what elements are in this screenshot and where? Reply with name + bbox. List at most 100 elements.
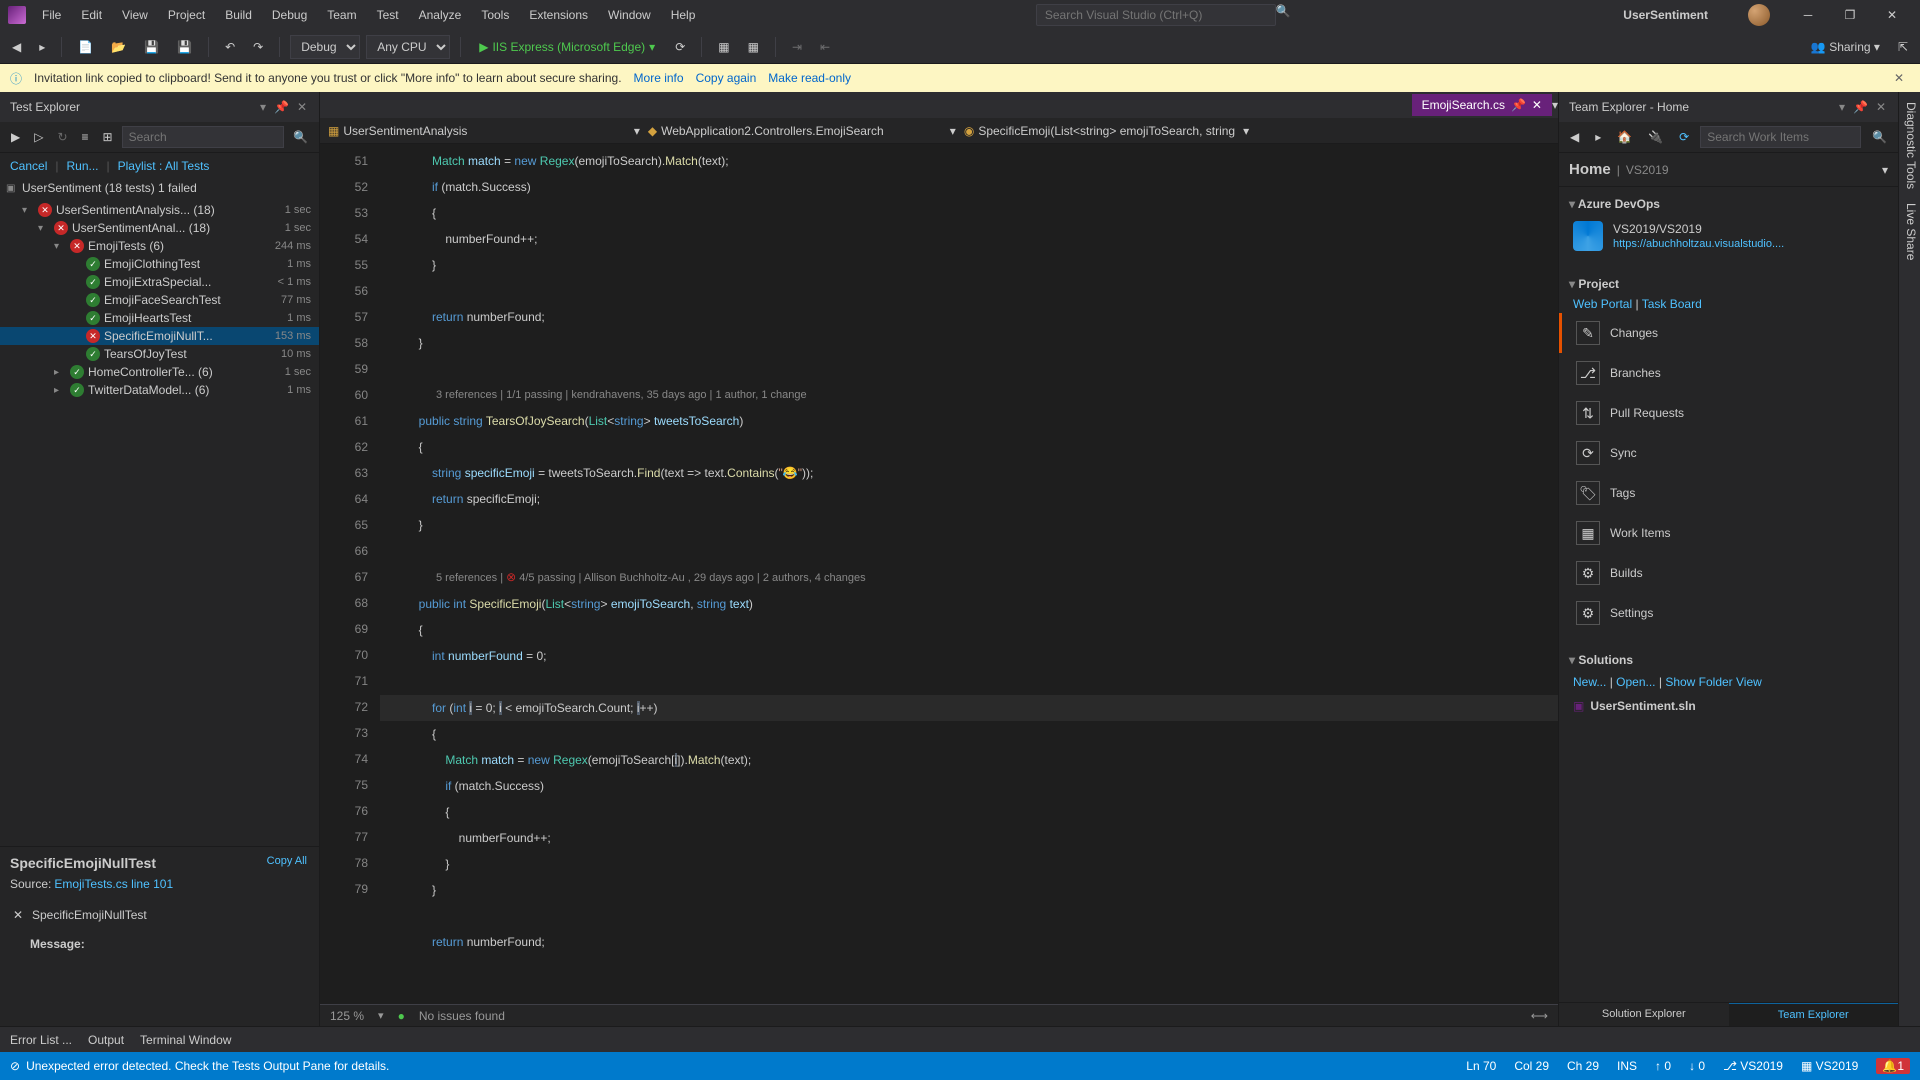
refresh-icon[interactable]: ⟳ [669,36,691,58]
open-solution-link[interactable]: Open... [1616,675,1655,689]
make-readonly-link[interactable]: Make read-only [768,71,851,85]
tile-settings[interactable]: ⚙Settings [1559,593,1898,633]
test-search-input[interactable] [122,126,284,148]
test-node[interactable]: ✓EmojiClothingTest1 ms [0,255,319,273]
filter-icon[interactable]: ⊞ [98,127,118,147]
test-node[interactable]: ✓TearsOfJoyTest10 ms [0,345,319,363]
test-root[interactable]: ▣ UserSentiment (18 tests) 1 failed [0,179,319,197]
copy-again-link[interactable]: Copy again [696,71,757,85]
menu-debug[interactable]: Debug [264,4,315,26]
tile-tags[interactable]: 🏷Tags [1559,473,1898,513]
platform-select[interactable]: Any CPU [366,35,450,59]
diagnostic-tools-tab[interactable]: Diagnostic Tools [1901,102,1918,189]
web-portal-link[interactable]: Web Portal [1573,297,1632,311]
work-items-search[interactable] [1700,126,1861,148]
back-icon[interactable]: ◀ [6,36,27,58]
test-node[interactable]: ✓EmojiHeartsTest1 ms [0,309,319,327]
test-node[interactable]: ▾✕UserSentimentAnal... (18)1 sec [0,219,319,237]
test-node[interactable]: ▸✓TwitterDataModel... (6)1 ms [0,381,319,399]
save-all-icon[interactable]: 💾 [171,36,198,58]
solution-file[interactable]: ▣UserSentiment.sln [1559,693,1898,719]
search-icon[interactable]: 🔍 [1867,127,1892,147]
search-icon[interactable]: 🔍 [288,127,313,147]
source-link[interactable]: EmojiTests.cs line 101 [54,877,173,891]
maximize-button[interactable]: ❐ [1830,1,1870,29]
global-search-input[interactable] [1036,4,1276,26]
config-select[interactable]: Debug [290,35,360,59]
tb-icon-1[interactable]: ▦ [712,36,735,58]
copy-all-link[interactable]: Copy All [267,855,307,867]
tb-icon-2[interactable]: ▦ [742,36,765,58]
solutions-header[interactable]: Solutions [1559,649,1898,671]
back-icon[interactable]: ◀ [1565,127,1584,147]
home-icon[interactable]: 🏠 [1612,127,1637,147]
pin-icon[interactable]: 📌 [272,98,291,116]
error-list-tab[interactable]: Error List ... [10,1033,72,1047]
test-node[interactable]: ✕SpecificEmojiNullT...153 ms [0,327,319,345]
menu-test[interactable]: Test [369,4,407,26]
menu-build[interactable]: Build [217,4,260,26]
pull-indicator[interactable]: ↓ 0 [1689,1059,1705,1073]
run-all-icon[interactable]: ▶ [6,127,25,147]
menu-edit[interactable]: Edit [73,4,110,26]
menu-tools[interactable]: Tools [473,4,517,26]
close-panel-icon[interactable]: ✕ [295,98,309,116]
menu-file[interactable]: File [34,4,69,26]
cancel-link[interactable]: Cancel [10,159,47,173]
folder-view-link[interactable]: Show Folder View [1665,675,1762,689]
terminal-tab[interactable]: Terminal Window [140,1033,231,1047]
output-tab[interactable]: Output [88,1033,124,1047]
status-error[interactable]: ⊘Unexpected error detected. Check the Te… [10,1059,389,1073]
run-link[interactable]: Run... [66,159,98,173]
test-node[interactable]: ✓EmojiExtraSpecial...< 1 ms [0,273,319,291]
test-node[interactable]: ▾✕UserSentimentAnalysis... (18)1 sec [0,201,319,219]
tab-pin-icon[interactable]: 📌 [1511,98,1526,112]
save-icon[interactable]: 💾 [138,36,165,58]
close-panel-icon[interactable]: ✕ [1874,98,1888,116]
tile-branches[interactable]: ⎇Branches [1559,353,1898,393]
run-icon[interactable]: ▷ [29,127,48,147]
crumb-method[interactable]: ◉SpecificEmoji(List<string> emojiToSearc… [964,124,1235,138]
push-indicator[interactable]: ↑ 0 [1655,1059,1671,1073]
infobar-close-icon[interactable]: ✕ [1888,71,1910,85]
repeat-icon[interactable]: ↻ [52,127,72,147]
test-node[interactable]: ✓EmojiFaceSearchTest77 ms [0,291,319,309]
menu-help[interactable]: Help [663,4,704,26]
refresh-icon[interactable]: ⟳ [1674,127,1694,147]
playlist-link[interactable]: Playlist : All Tests [118,159,210,173]
task-board-link[interactable]: Task Board [1642,297,1702,311]
scroll-indicator-icon[interactable]: ⟷ [1531,1009,1548,1023]
crumb-class[interactable]: ◆WebApplication2.Controllers.EmojiSearch [648,124,884,138]
crumb-project[interactable]: ▦UserSentimentAnalysis [328,124,467,138]
more-info-link[interactable]: More info [634,71,684,85]
team-explorer-tab[interactable]: Team Explorer [1729,1003,1899,1026]
zoom-level[interactable]: 125 % [330,1009,364,1023]
menu-view[interactable]: View [114,4,156,26]
run-button[interactable]: ▶ IIS Express (Microsoft Edge) ▾ [471,37,663,57]
menu-analyze[interactable]: Analyze [411,4,470,26]
solution-explorer-tab[interactable]: Solution Explorer [1559,1003,1729,1026]
undo-icon[interactable]: ↶ [219,36,241,58]
devops-url[interactable]: https://abuchholtzau.visualstudio.... [1613,238,1784,250]
redo-icon[interactable]: ↷ [247,36,269,58]
connect-icon[interactable]: 🔌 [1643,127,1668,147]
minimize-button[interactable]: ─ [1788,1,1828,29]
tab-close-icon[interactable]: ✕ [1532,98,1542,112]
azure-devops-header[interactable]: Azure DevOps [1559,193,1898,215]
new-solution-link[interactable]: New... [1573,675,1606,689]
forward-icon[interactable]: ▸ [1590,127,1606,147]
dropdown-icon[interactable]: ▾ [1837,98,1847,116]
menu-project[interactable]: Project [160,4,213,26]
search-icon[interactable]: 🔍 [1276,4,1291,26]
tile-changes[interactable]: ✎Changes [1559,313,1898,353]
project-header[interactable]: Project [1559,273,1898,295]
menu-team[interactable]: Team [319,4,364,26]
menu-extensions[interactable]: Extensions [521,4,596,26]
menu-window[interactable]: Window [600,4,659,26]
tile-sync[interactable]: ⟳Sync [1559,433,1898,473]
notification-bell[interactable]: 🔔1 [1876,1058,1910,1074]
test-node[interactable]: ▾✕EmojiTests (6)244 ms [0,237,319,255]
user-avatar[interactable] [1748,4,1770,26]
open-icon[interactable]: 📂 [105,36,132,58]
forward-icon[interactable]: ▸ [33,36,51,58]
